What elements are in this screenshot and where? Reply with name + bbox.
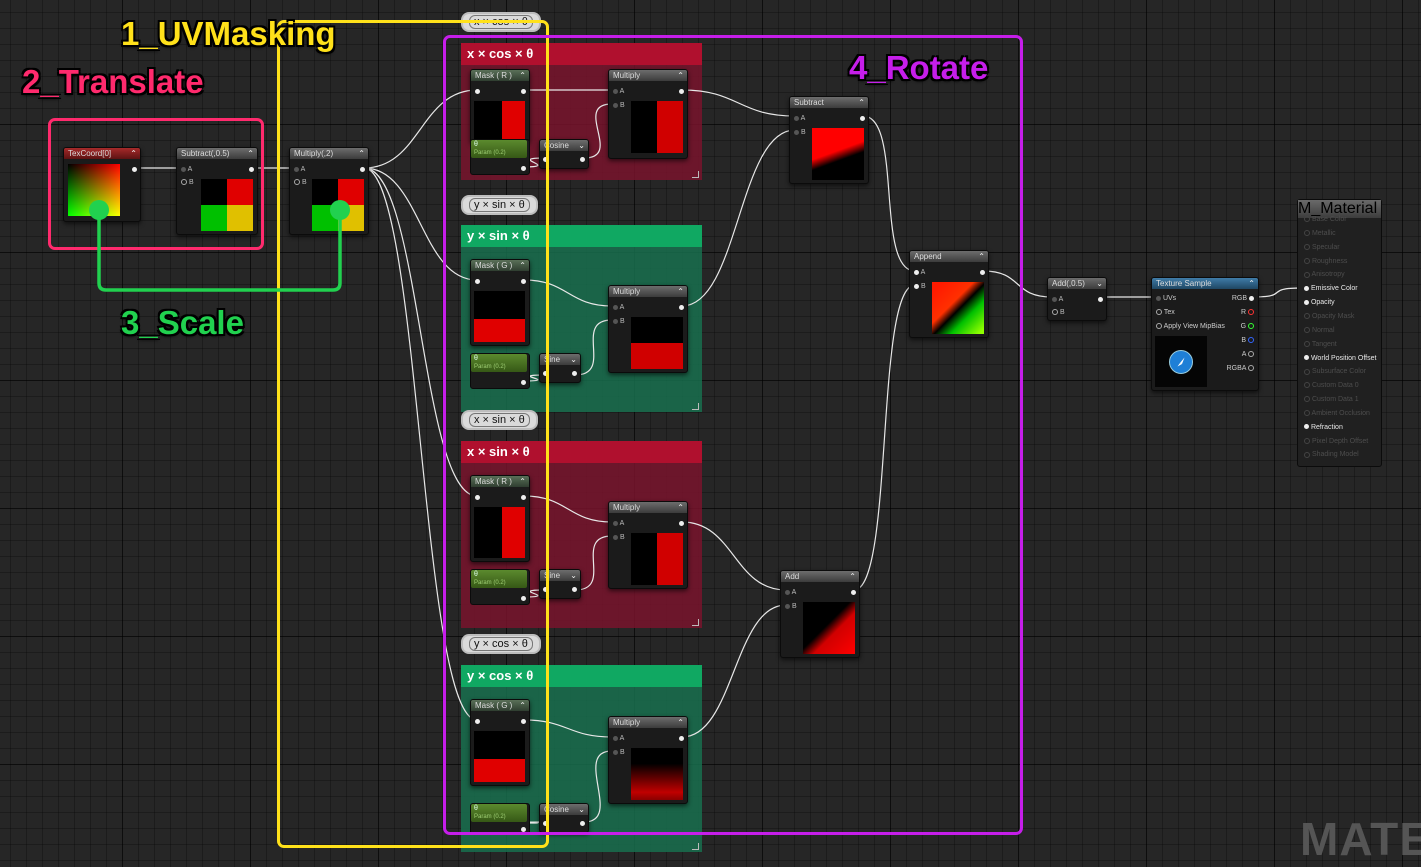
pin-label: Anisotropy bbox=[1310, 271, 1345, 279]
watermark-text: MATEI bbox=[1300, 813, 1421, 865]
material-input-pin[interactable]: Tangent bbox=[1304, 340, 1337, 349]
material-input-pin[interactable]: Custom Data 1 bbox=[1304, 395, 1359, 404]
material-input-pin[interactable]: Shading Model bbox=[1304, 450, 1359, 459]
resize-grip[interactable] bbox=[692, 843, 699, 850]
material-input-pin[interactable]: Refraction bbox=[1304, 423, 1343, 432]
pin-label: R bbox=[1240, 309, 1247, 316]
pin-label: A bbox=[1241, 351, 1247, 358]
uvmasking-label: 1_UVMasking bbox=[121, 15, 336, 52]
pin-label: Specular bbox=[1310, 243, 1340, 251]
wire[interactable] bbox=[1251, 287, 1303, 298]
material-input-pin[interactable]: World Position Offset bbox=[1304, 354, 1376, 363]
pin-label: Pixel Depth Offset bbox=[1310, 437, 1369, 445]
pin-label: Base Color bbox=[1310, 216, 1347, 223]
compass-icon bbox=[1169, 350, 1193, 374]
collapse-chevron-icon[interactable]: ⌄ bbox=[1096, 278, 1103, 289]
node-title: Texture Sample bbox=[1156, 279, 1212, 288]
input-pin-a[interactable]: A bbox=[1052, 295, 1063, 304]
output-pin-rgb[interactable]: RGB bbox=[1232, 294, 1254, 303]
rotate-frame bbox=[443, 35, 1023, 835]
texture-sample-node[interactable]: Texture Sample ⌃ UVs Tex Apply View MipBi… bbox=[1151, 277, 1259, 391]
input-pin-tex[interactable]: Tex bbox=[1156, 308, 1175, 317]
node-title: Add(,0.5) bbox=[1052, 279, 1085, 288]
material-output-node[interactable]: M_Material Base Color Metallic Specular … bbox=[1297, 199, 1382, 467]
pin-label: RGB bbox=[1231, 295, 1248, 302]
pin-label: Metallic bbox=[1310, 229, 1336, 237]
pin-label: Custom Data 1 bbox=[1310, 396, 1359, 404]
pin-label: Custom Data 0 bbox=[1310, 382, 1359, 390]
pin-label: Tex bbox=[1163, 309, 1175, 316]
input-pin-uvs[interactable]: UVs bbox=[1156, 294, 1176, 303]
output-pin[interactable] bbox=[1098, 295, 1103, 304]
material-input-pin[interactable]: Pixel Depth Offset bbox=[1304, 437, 1368, 446]
scale-label: 3_Scale bbox=[121, 304, 244, 341]
pin-label: G bbox=[1240, 323, 1247, 330]
output-pin-b[interactable]: B bbox=[1241, 336, 1254, 345]
material-input-pin[interactable]: Anisotropy bbox=[1304, 270, 1345, 279]
pin-label: Refraction bbox=[1309, 423, 1343, 431]
pin-label: Tangent bbox=[1310, 340, 1337, 348]
material-input-pin[interactable]: Emissive Color bbox=[1304, 284, 1358, 293]
input-pin-mipbias[interactable]: Apply View MipBias bbox=[1156, 322, 1225, 331]
material-input-pin[interactable]: Ambient Occlusion bbox=[1304, 409, 1370, 418]
material-input-pin[interactable]: Opacity bbox=[1304, 298, 1335, 307]
pin-label: World Position Offset bbox=[1309, 354, 1377, 362]
material-input-pin[interactable]: Custom Data 0 bbox=[1304, 381, 1359, 390]
rotate-label: 4_Rotate bbox=[849, 49, 989, 86]
output-pin-rgba[interactable]: RGBA bbox=[1227, 364, 1254, 373]
input-pin-b[interactable]: B bbox=[1052, 308, 1065, 317]
translate-label: 2_Translate bbox=[22, 63, 204, 100]
output-pin-r[interactable]: R bbox=[1241, 308, 1254, 317]
collapse-chevron-icon[interactable]: ⌃ bbox=[1248, 278, 1255, 289]
pin-label: A bbox=[1058, 296, 1064, 303]
material-input-pin[interactable]: Specular bbox=[1304, 243, 1340, 252]
pin-label: Opacity Mask bbox=[1310, 312, 1355, 320]
node-header: Texture Sample ⌃ bbox=[1152, 278, 1258, 289]
pin-label: Subsurface Color bbox=[1310, 368, 1367, 376]
add-half-node[interactable]: Add(,0.5) ⌄ A B bbox=[1047, 277, 1107, 321]
pin-label: Roughness bbox=[1310, 257, 1348, 265]
material-input-pin[interactable]: Normal bbox=[1304, 326, 1335, 335]
material-input-pin[interactable]: Base Color bbox=[1304, 215, 1347, 224]
output-pin-a[interactable]: A bbox=[1242, 350, 1254, 359]
pin-label: Opacity bbox=[1309, 299, 1335, 307]
pin-label: Emissive Color bbox=[1309, 285, 1358, 293]
material-input-pin[interactable]: Metallic bbox=[1304, 229, 1336, 238]
material-input-pin[interactable]: Subsurface Color bbox=[1304, 367, 1366, 376]
pin-label: UVs bbox=[1162, 295, 1177, 302]
pin-label: RGBA bbox=[1226, 365, 1247, 372]
pin-label: Shading Model bbox=[1310, 451, 1359, 459]
output-pin-g[interactable]: G bbox=[1241, 322, 1254, 331]
pin-label: Apply View MipBias bbox=[1163, 323, 1225, 330]
node-header: Add(,0.5) ⌄ bbox=[1048, 278, 1106, 289]
translate-frame bbox=[48, 118, 264, 250]
material-input-pin[interactable]: Opacity Mask bbox=[1304, 312, 1354, 321]
pin-label: Ambient Occlusion bbox=[1310, 409, 1370, 417]
pin-label: B bbox=[1059, 309, 1065, 316]
pin-label: Normal bbox=[1310, 326, 1335, 334]
pin-label: B bbox=[1241, 337, 1247, 344]
material-input-pin[interactable]: Roughness bbox=[1304, 257, 1347, 266]
